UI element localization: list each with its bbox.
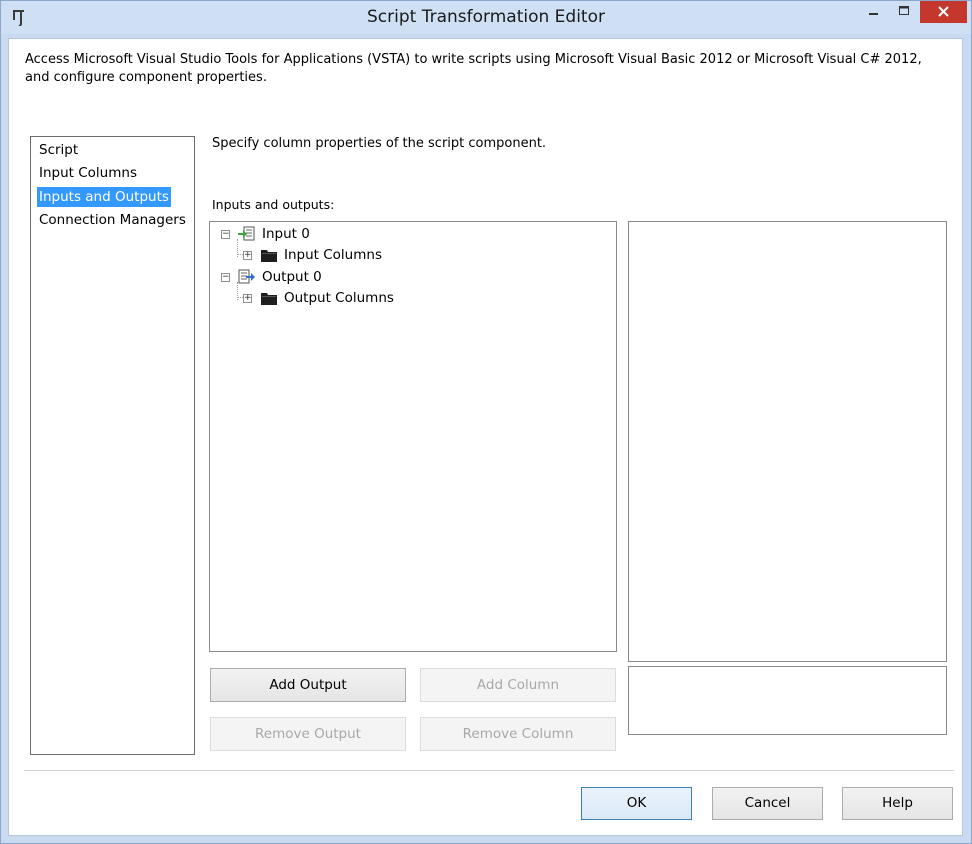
footer-divider <box>24 770 954 771</box>
page-navigation: Script Input Columns Inputs and Outputs … <box>30 136 195 755</box>
tree-node-output[interactable]: − Output 0 <box>218 267 348 287</box>
tree-node-output-columns[interactable]: + Output Columns <box>240 288 420 308</box>
cancel-button[interactable]: Cancel <box>712 787 823 820</box>
minimize-icon <box>869 13 878 15</box>
expand-toggle[interactable]: + <box>243 251 252 260</box>
inputs-outputs-tree[interactable]: − Input 0 + Input Columns − Output 0 + O <box>209 221 617 652</box>
nav-item-input-columns[interactable]: Input Columns <box>37 163 139 183</box>
collapse-toggle[interactable]: − <box>221 230 230 239</box>
help-button[interactable]: Help <box>842 787 953 820</box>
add-output-button[interactable]: Add Output <box>210 668 406 702</box>
tree-node-label: Output Columns <box>284 290 394 306</box>
add-column-button[interactable]: Add Column <box>420 668 616 702</box>
minimize-button[interactable] <box>859 1 889 23</box>
nav-item-connection-managers[interactable]: Connection Managers <box>37 210 188 230</box>
tree-node-input-columns[interactable]: + Input Columns <box>240 245 410 265</box>
tree-node-input[interactable]: − Input 0 <box>218 224 338 244</box>
property-description-pane <box>628 666 947 735</box>
maximize-icon <box>899 6 909 15</box>
window-title: Script Transformation Editor <box>367 7 605 27</box>
ok-button[interactable]: OK <box>581 787 692 820</box>
nav-item-inputs-and-outputs[interactable]: Inputs and Outputs <box>37 187 171 207</box>
close-icon <box>938 6 949 17</box>
remove-output-button[interactable]: Remove Output <box>210 717 406 751</box>
folder-icon <box>261 293 277 305</box>
tree-node-label: Input Columns <box>284 247 382 263</box>
dialog-description: Access Microsoft Visual Studio Tools for… <box>25 52 922 85</box>
title-bar[interactable]: Script Transformation Editor <box>1 1 971 34</box>
input-icon <box>238 226 255 241</box>
folder-icon <box>261 250 277 262</box>
remove-column-button[interactable]: Remove Column <box>420 717 616 751</box>
expand-toggle[interactable]: + <box>243 294 252 303</box>
collapse-toggle[interactable]: − <box>221 273 230 282</box>
close-button[interactable] <box>920 1 967 23</box>
maximize-button[interactable] <box>890 1 918 23</box>
section-description: Specify column properties of the script … <box>212 136 547 151</box>
nav-item-script[interactable]: Script <box>37 140 80 160</box>
tree-node-label: Output 0 <box>262 269 322 285</box>
output-icon <box>238 269 255 284</box>
tree-label: Inputs and outputs: <box>212 197 335 212</box>
properties-grid[interactable] <box>628 221 947 662</box>
tree-node-label: Input 0 <box>262 226 310 242</box>
